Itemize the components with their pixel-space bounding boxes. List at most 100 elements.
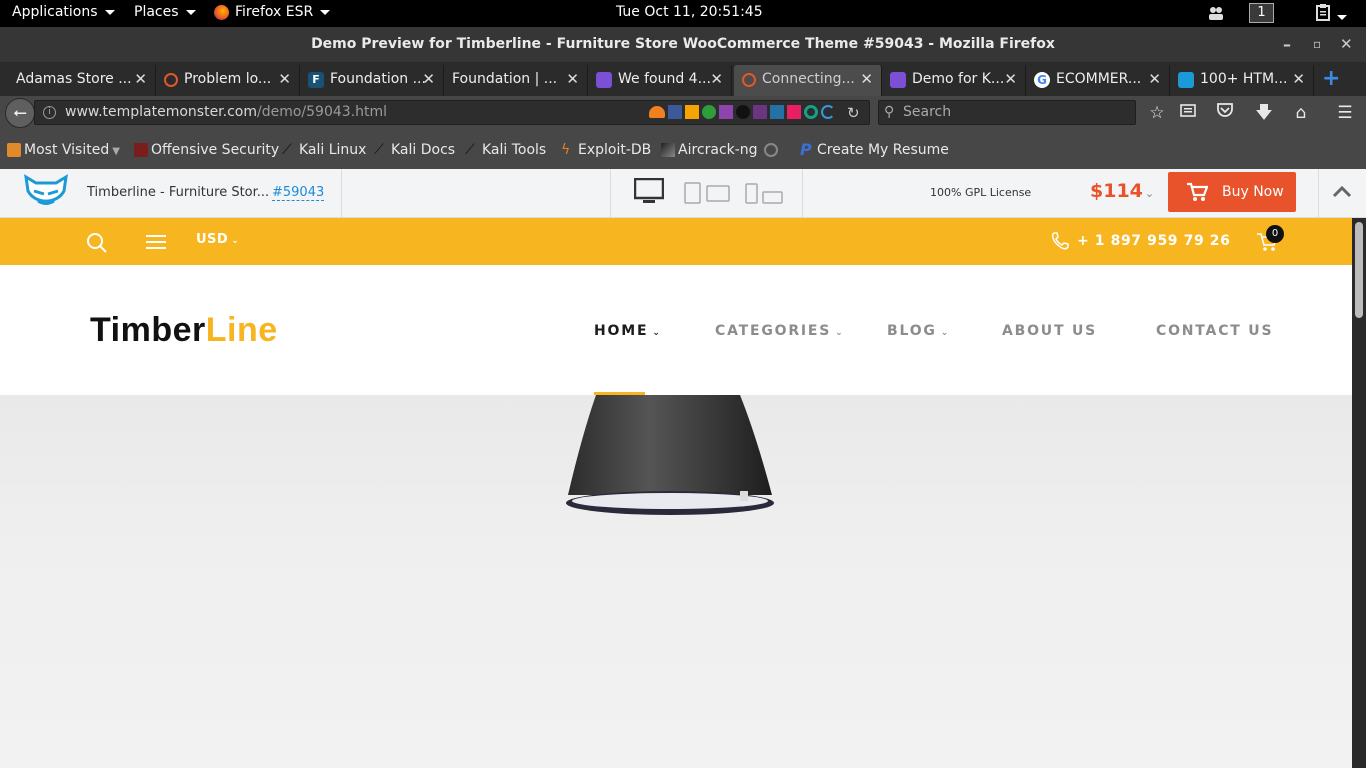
phone-number[interactable]: + 1 897 959 79 26: [1077, 233, 1230, 249]
buy-now-button[interactable]: Buy Now: [1168, 172, 1296, 212]
moon-extension-icon[interactable]: [821, 105, 835, 119]
applications-label: Applications: [12, 4, 98, 20]
tablet-landscape-view-icon[interactable]: [706, 185, 730, 207]
facebook-extension-icon[interactable]: [668, 105, 682, 119]
pocket-button[interactable]: [1214, 102, 1236, 124]
logo-text-dark: Timber: [90, 311, 206, 349]
places-menu[interactable]: Places: [134, 4, 196, 20]
applications-menu[interactable]: Applications: [12, 4, 115, 20]
analytics-extension-icon[interactable]: [685, 105, 699, 119]
cloudflare-extension-icon[interactable]: [649, 106, 665, 118]
chevron-down-icon: ⌄: [940, 328, 951, 338]
circle-extension-icon[interactable]: [804, 105, 818, 119]
bookmark-label: Kali Linux: [299, 142, 367, 158]
site-top-bar: USD ⌄ + 1 897 959 79 26 0: [0, 218, 1352, 265]
home-button[interactable]: ⌂: [1290, 102, 1312, 124]
nav-label: CATEGORIES: [715, 323, 832, 339]
tablet-portrait-view-icon[interactable]: [684, 182, 702, 208]
clipboard-menu[interactable]: [1316, 4, 1347, 25]
bookmark-exploit-db[interactable]: ϟ Exploit-DB: [561, 142, 651, 158]
close-tab-icon[interactable]: ✕: [1004, 65, 1017, 94]
workspace-indicator[interactable]: 1: [1249, 3, 1274, 23]
grammarly-extension-icon[interactable]: [702, 105, 716, 119]
site-logo[interactable]: TimberLine: [90, 311, 278, 350]
chevron-down-icon: [320, 9, 331, 15]
reading-list-button[interactable]: [1177, 102, 1199, 124]
price[interactable]: $114 ⌄: [1090, 180, 1154, 202]
phone-portrait-view-icon[interactable]: [745, 183, 759, 209]
close-tab-icon[interactable]: ✕: [860, 65, 873, 94]
bookmark-globe[interactable]: [764, 142, 781, 158]
nav-about-us[interactable]: ABOUT US: [1002, 323, 1097, 339]
wappalyzer-extension-icon[interactable]: [719, 105, 733, 119]
ghostery-extension-icon[interactable]: [736, 105, 750, 119]
close-tab-icon[interactable]: ✕: [710, 65, 723, 94]
close-window-button[interactable]: ✕: [1340, 27, 1353, 62]
nav-blog[interactable]: BLOG ⌄: [887, 323, 950, 339]
chevron-down-icon: ⌄: [231, 236, 240, 246]
tab-active[interactable]: Connecting... ✕: [734, 65, 882, 96]
close-tab-icon[interactable]: ✕: [1292, 65, 1305, 94]
close-tab-icon[interactable]: ✕: [134, 65, 147, 94]
bookmark-aircrack-ng[interactable]: Aircrack-ng: [661, 142, 758, 158]
tab[interactable]: Foundation | ... ✕: [444, 65, 588, 96]
reload-icon[interactable]: ↻: [847, 102, 860, 125]
mix-extension-icon[interactable]: [770, 105, 784, 119]
downloads-button[interactable]: 🡇: [1253, 102, 1275, 124]
chevron-down-icon: ⌄: [1144, 187, 1155, 200]
bookmark-kali-linux[interactable]: ⟋ Kali Linux: [282, 142, 366, 158]
close-tab-icon[interactable]: ✕: [566, 65, 579, 94]
search-bar[interactable]: ⚲ Search: [878, 100, 1136, 125]
chevron-down-icon: [104, 9, 115, 15]
back-button[interactable]: ⭠: [5, 98, 35, 128]
bookmark-label: Aircrack-ng: [678, 142, 758, 158]
phone-landscape-view-icon[interactable]: [762, 190, 784, 209]
desktop-view-icon[interactable]: [633, 177, 665, 210]
tab[interactable]: Problem lo... ✕: [156, 65, 300, 96]
stats-extension-icon[interactable]: [787, 105, 801, 119]
page-scrollbar-thumb[interactable]: [1355, 222, 1363, 318]
maximize-window-button[interactable]: ▫: [1313, 27, 1321, 62]
cart-icon: [1187, 182, 1208, 201]
cart-count-badge: 0: [1266, 225, 1284, 243]
bars-extension-icon[interactable]: [753, 105, 767, 119]
tab[interactable]: F Foundation ... ✕: [300, 65, 444, 96]
tab[interactable]: We found 4... ✕: [588, 65, 732, 96]
bookmark-label: Offensive Security: [151, 142, 280, 158]
tab[interactable]: 100+ HTM... ✕: [1170, 65, 1314, 96]
bookmark-kali-tools[interactable]: ⟋ Kali Tools: [465, 142, 546, 158]
tab[interactable]: Demo for K... ✕: [882, 65, 1026, 96]
people-icon[interactable]: [1207, 5, 1225, 25]
bookmark-create-my-resume[interactable]: P Create My Resume: [800, 142, 949, 159]
close-tab-icon[interactable]: ✕: [278, 65, 291, 94]
tab[interactable]: G ECOMMER... ✕: [1026, 65, 1170, 96]
bookmark-star-button[interactable]: ☆: [1146, 102, 1168, 124]
templatemonster-logo-icon[interactable]: [20, 173, 72, 217]
hamburger-menu-icon[interactable]: [146, 234, 166, 254]
nav-home[interactable]: HOME ⌄: [594, 323, 662, 339]
minimize-window-button[interactable]: –: [1283, 27, 1291, 62]
nav-contact-us[interactable]: CONTACT US: [1156, 323, 1273, 339]
bookmark-most-visited[interactable]: Most Visited ▼: [7, 142, 120, 158]
info-icon[interactable]: i: [43, 106, 56, 119]
search-icon[interactable]: [86, 232, 108, 258]
bookmark-label: Kali Tools: [482, 142, 547, 158]
bookmark-kali-docs[interactable]: ⟋ Kali Docs: [374, 142, 455, 158]
close-tab-icon[interactable]: ✕: [1148, 65, 1161, 94]
collapse-bar-button[interactable]: [1332, 183, 1352, 202]
bookmark-offensive-security[interactable]: Offensive Security: [134, 142, 279, 158]
search-icon: ⚲: [884, 104, 895, 120]
url-bar[interactable]: i www.templatemonster.com/demo/59043.htm…: [34, 100, 870, 125]
tab[interactable]: Adamas Store ... ✕: [8, 65, 156, 96]
tab-label: ECOMMER...: [1056, 71, 1142, 87]
clock[interactable]: Tue Oct 11, 20:51:45: [616, 4, 763, 20]
product-id-link[interactable]: #59043: [272, 185, 325, 201]
nav-categories[interactable]: CATEGORIES ⌄: [715, 323, 845, 339]
hamburger-menu-button[interactable]: ☰: [1334, 102, 1356, 124]
new-tab-button[interactable]: +: [1322, 66, 1340, 91]
buy-now-label: Buy Now: [1222, 184, 1284, 200]
close-tab-icon[interactable]: ✕: [422, 65, 435, 94]
currency-selector[interactable]: USD ⌄: [196, 232, 239, 247]
firefox-app-menu[interactable]: Firefox ESR: [214, 4, 331, 20]
preview-bar: Timberline - Furniture Stor... #59043 10…: [0, 169, 1366, 218]
